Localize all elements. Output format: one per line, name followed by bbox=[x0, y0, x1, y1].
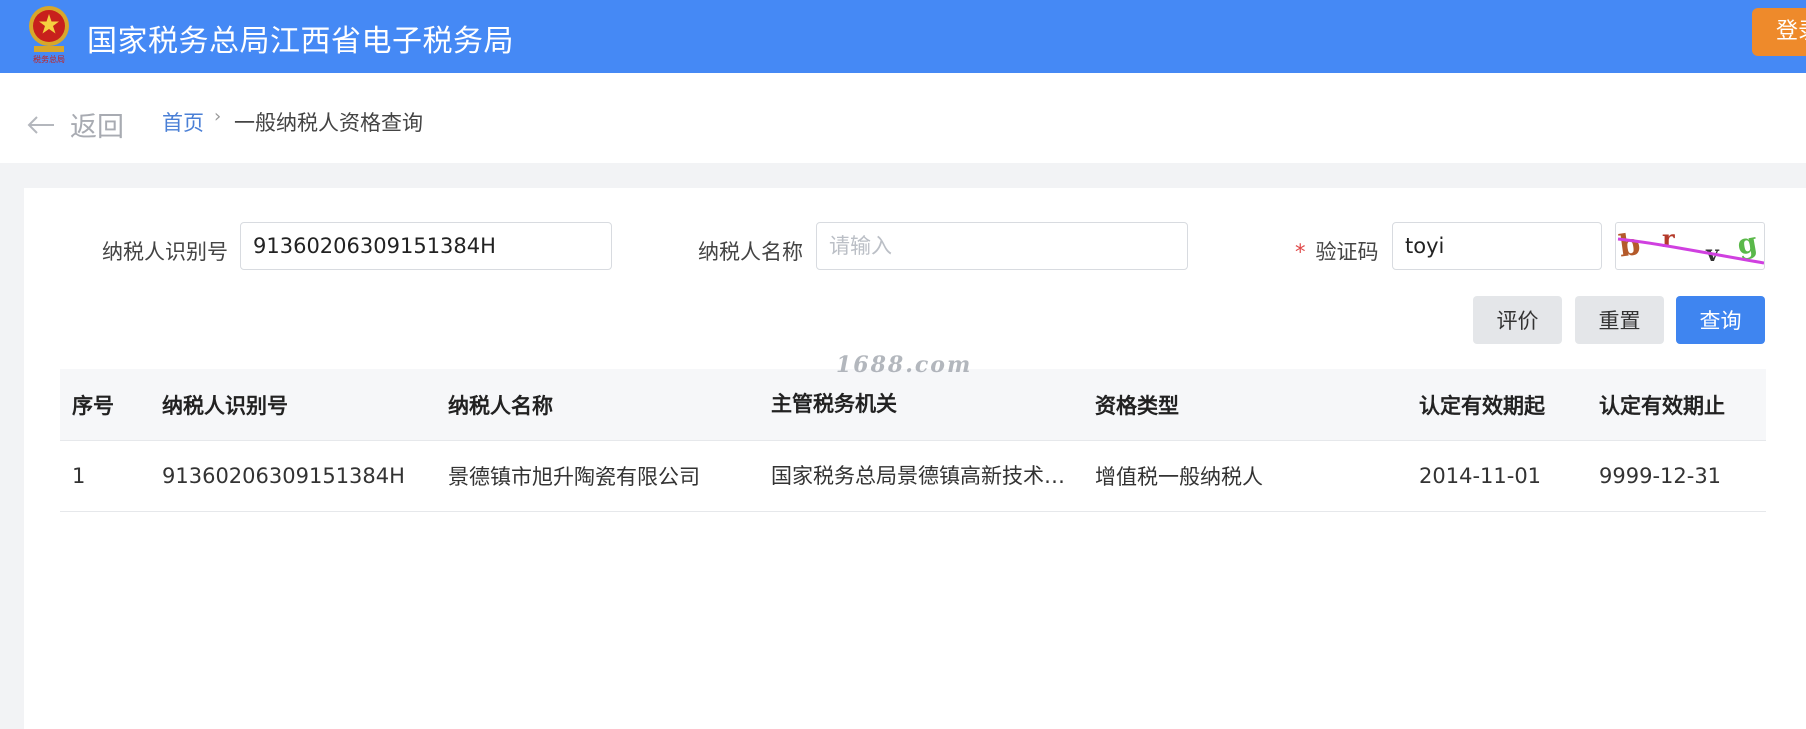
column-header-taxpayer-id: 纳税人识别号 bbox=[162, 393, 288, 418]
captcha-label: * 验证码 bbox=[1295, 236, 1379, 266]
captcha-image[interactable]: b r v g brvg bbox=[1615, 222, 1765, 270]
emblem-caption: 税务总局 bbox=[33, 54, 65, 64]
svg-text:b: b bbox=[1617, 227, 1643, 265]
result-table: 序号 纳税人识别号 纳税人名称 主管税务机关 资格类型 认定有效期起 认定有效期… bbox=[60, 369, 1766, 512]
cell-taxpayer-name: 景德镇市旭升陶瓷有限公司 bbox=[448, 465, 700, 489]
evaluate-button[interactable]: 评价 bbox=[1473, 296, 1562, 344]
cell-valid-to: 9999-12-31 bbox=[1599, 464, 1722, 488]
back-label: 返回 bbox=[70, 112, 124, 143]
breadcrumb-home-link[interactable]: 首页 bbox=[162, 107, 204, 137]
table-row[interactable]: 1 91360206309151384H 景德镇市旭升陶瓷有限公司 国家税务总局… bbox=[60, 441, 1766, 512]
required-mark: * bbox=[1295, 240, 1306, 264]
cell-valid-from: 2014-11-01 bbox=[1419, 464, 1542, 488]
column-header-valid-from: 认定有效期起 bbox=[1419, 393, 1545, 418]
breadcrumb-current: 一般纳税人资格查询 bbox=[234, 111, 423, 135]
table-header-row: 序号 纳税人识别号 纳税人名称 主管税务机关 资格类型 认定有效期起 认定有效期… bbox=[60, 369, 1766, 441]
cell-qualification-type: 增值税一般纳税人 bbox=[1095, 465, 1263, 489]
top-header: 税务总局 国家税务总局江西省电子税务局 登录 bbox=[0, 0, 1806, 73]
captcha-input[interactable] bbox=[1392, 222, 1602, 270]
captcha-image-text: brvg bbox=[1616, 223, 1619, 224]
column-header-valid-to: 认定有效期止 bbox=[1599, 393, 1725, 418]
column-header-index: 序号 bbox=[72, 393, 114, 418]
query-button[interactable]: 查询 bbox=[1676, 296, 1765, 344]
column-header-taxpayer-name: 纳税人名称 bbox=[448, 393, 553, 418]
breadcrumb-bar: 返回 首页 › 一般纳税人资格查询 bbox=[0, 73, 1806, 163]
query-panel: 纳税人识别号 纳税人名称 *验证码 b r v g brvg 评价 重置 查询 … bbox=[24, 188, 1806, 729]
arrow-left-icon bbox=[27, 115, 54, 134]
cell-index: 1 bbox=[72, 464, 86, 488]
breadcrumb-separator-icon: › bbox=[214, 106, 222, 127]
column-header-tax-authority: 主管税务机关 bbox=[771, 392, 897, 416]
captcha-label-text: 验证码 bbox=[1315, 240, 1379, 264]
cell-taxpayer-id: 91360206309151384H bbox=[162, 464, 405, 488]
site-title: 国家税务总局江西省电子税务局 bbox=[87, 24, 514, 59]
watermark-text: 1688.com bbox=[836, 352, 973, 378]
cell-tax-authority: 国家税务总局景德镇高新技术… bbox=[771, 464, 1065, 488]
login-button[interactable]: 登录 bbox=[1752, 8, 1806, 56]
reset-button[interactable]: 重置 bbox=[1575, 296, 1664, 344]
back-button[interactable]: 返回 bbox=[26, 105, 124, 144]
taxpayer-id-label: 纳税人识别号 bbox=[102, 240, 228, 264]
svg-text:g: g bbox=[1735, 226, 1760, 262]
taxpayer-id-input[interactable] bbox=[240, 222, 612, 270]
taxpayer-name-label: 纳税人名称 bbox=[698, 240, 803, 264]
tax-emblem-icon: 税务总局 bbox=[24, 2, 74, 64]
taxpayer-name-input[interactable] bbox=[816, 222, 1188, 270]
svg-text:r: r bbox=[1662, 224, 1675, 253]
column-header-qualification-type: 资格类型 bbox=[1095, 393, 1179, 418]
